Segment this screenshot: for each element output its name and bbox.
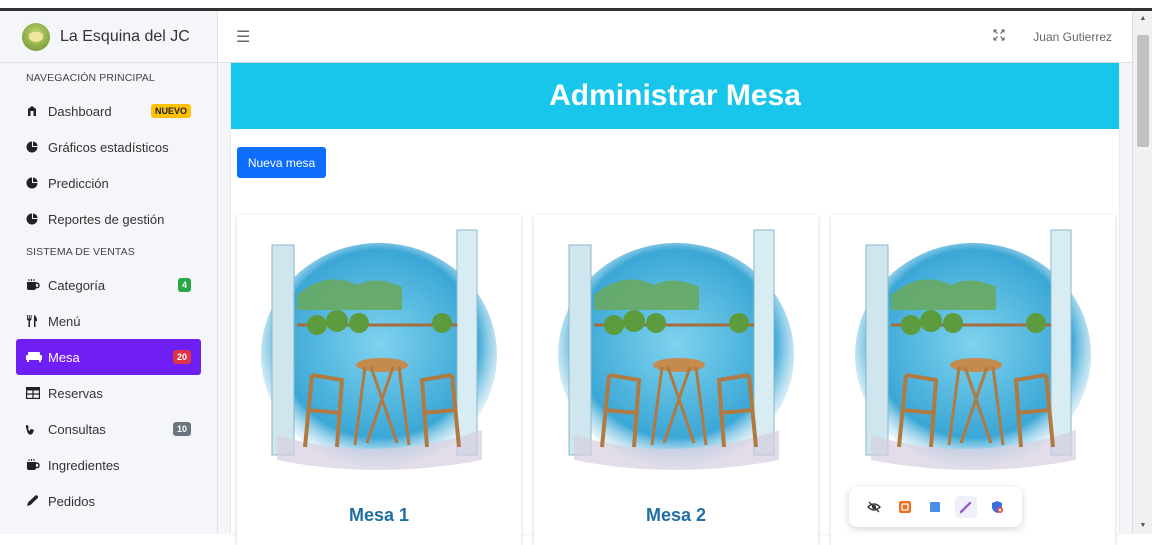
pie-chart-icon (26, 140, 44, 154)
note-icon[interactable] (924, 496, 946, 518)
nav-section-header-ventas: SISTEMA DE VENTAS (26, 246, 135, 258)
sidebar-item-pedidos[interactable]: Pedidos (16, 483, 201, 519)
couch-icon (26, 350, 44, 364)
utensils-icon (26, 314, 44, 328)
fullscreen-icon[interactable] (993, 29, 1005, 44)
sidebar-item-prediccion[interactable]: Predicción (16, 165, 201, 201)
new-table-button[interactable]: Nueva mesa (237, 147, 326, 178)
page-scrollbar[interactable]: ▲ ▼ (1132, 11, 1152, 534)
sidebar-item-reservas[interactable]: Reservas (16, 375, 201, 411)
sidebar-item-label: Gráficos estadísticos (48, 139, 169, 155)
hide-eye-icon[interactable] (863, 496, 885, 518)
nav-section-header-principal: NAVEGACIÓN PRINCIPAL (26, 72, 155, 84)
table-card[interactable]: Mesa 1 (237, 215, 521, 545)
sidebar-item-label: Dashboard (48, 103, 112, 119)
header-right: Juan Gutierrez (993, 29, 1112, 44)
sidebar-item-label: Reportes de gestión (48, 211, 165, 227)
page-banner: Administrar Mesa (231, 63, 1119, 129)
sidebar-item-label: Ingredientes (48, 457, 120, 473)
hamburger-menu-icon[interactable]: ☰ (236, 27, 250, 47)
table-illustration (855, 229, 1091, 470)
count-badge: 10 (172, 422, 191, 436)
shield-close-icon[interactable] (986, 496, 1008, 518)
dashboard-icon (26, 104, 44, 118)
screenshot-tool-icon[interactable] (894, 496, 916, 518)
sidebar-item-label: Menú (48, 313, 81, 329)
mesa-admin-card: Administrar Mesa Nueva mesa Mesa 1 Mesa … (231, 63, 1119, 545)
sidebar-item-reportes[interactable]: Reportes de gestión (16, 201, 201, 237)
table-card[interactable]: Mesa 2 (534, 215, 818, 545)
brand-title: La Esquina del JC (60, 27, 190, 45)
sidebar-item-graficos[interactable]: Gráficos estadísticos (16, 129, 201, 165)
sidebar-item-label: Mesa (48, 349, 80, 365)
main-content: Administrar Mesa Nueva mesa Mesa 1 Mesa … (218, 63, 1132, 545)
table-name: Mesa 1 (348, 505, 410, 525)
sidebar-item-label: Reservas (48, 385, 103, 401)
table-name: Mesa 2 (645, 505, 707, 525)
scroll-thumb[interactable] (1137, 35, 1149, 147)
phone-icon (26, 422, 44, 436)
sidebar-item-consultas[interactable]: Consultas 10 (16, 411, 201, 447)
count-badge: 20 (172, 350, 191, 364)
mug-icon (26, 458, 44, 472)
scroll-up-arrow-icon[interactable]: ▲ (1133, 13, 1152, 25)
pen-tool-icon[interactable] (955, 496, 978, 518)
user-menu[interactable]: Juan Gutierrez (1033, 30, 1112, 44)
page-title: Administrar Mesa (549, 79, 801, 112)
sidebar-item-label: Consultas (48, 421, 106, 437)
pen-icon (26, 494, 44, 508)
table-icon (26, 386, 44, 400)
sidebar-item-label: Categoría (48, 277, 106, 293)
sidebar: La Esquina del JC NAVEGACIÓN PRINCIPAL D… (0, 11, 218, 534)
sidebar-item-dashboard[interactable]: Dashboard NUEVO (16, 93, 201, 129)
floating-toolbar (849, 487, 1022, 527)
pie-chart-icon (26, 176, 44, 190)
sidebar-item-ingredientes[interactable]: Ingredientes (16, 447, 201, 483)
scroll-down-arrow-icon[interactable]: ▼ (1133, 520, 1152, 532)
sidebar-item-mesa[interactable]: Mesa 20 (16, 339, 201, 375)
brand-logo-icon (22, 22, 50, 51)
brand[interactable]: La Esquina del JC (0, 11, 217, 63)
status-badge: NUEVO (150, 104, 191, 118)
sidebar-item-label: Pedidos (48, 493, 95, 509)
pie-chart-icon (26, 212, 44, 226)
mug-icon (26, 278, 44, 292)
app-window: La Esquina del JC NAVEGACIÓN PRINCIPAL D… (0, 11, 1132, 545)
table-illustration (558, 229, 794, 470)
top-navbar: ☰ Juan Gutierrez (218, 11, 1132, 63)
sidebar-item-menu[interactable]: Menú (16, 303, 201, 339)
sidebar-item-categoria[interactable]: Categoría 4 (16, 267, 201, 303)
window-top-edge (0, 0, 1152, 11)
count-badge: 4 (177, 278, 191, 292)
sidebar-item-label: Predicción (48, 175, 109, 191)
table-illustration (261, 229, 497, 470)
